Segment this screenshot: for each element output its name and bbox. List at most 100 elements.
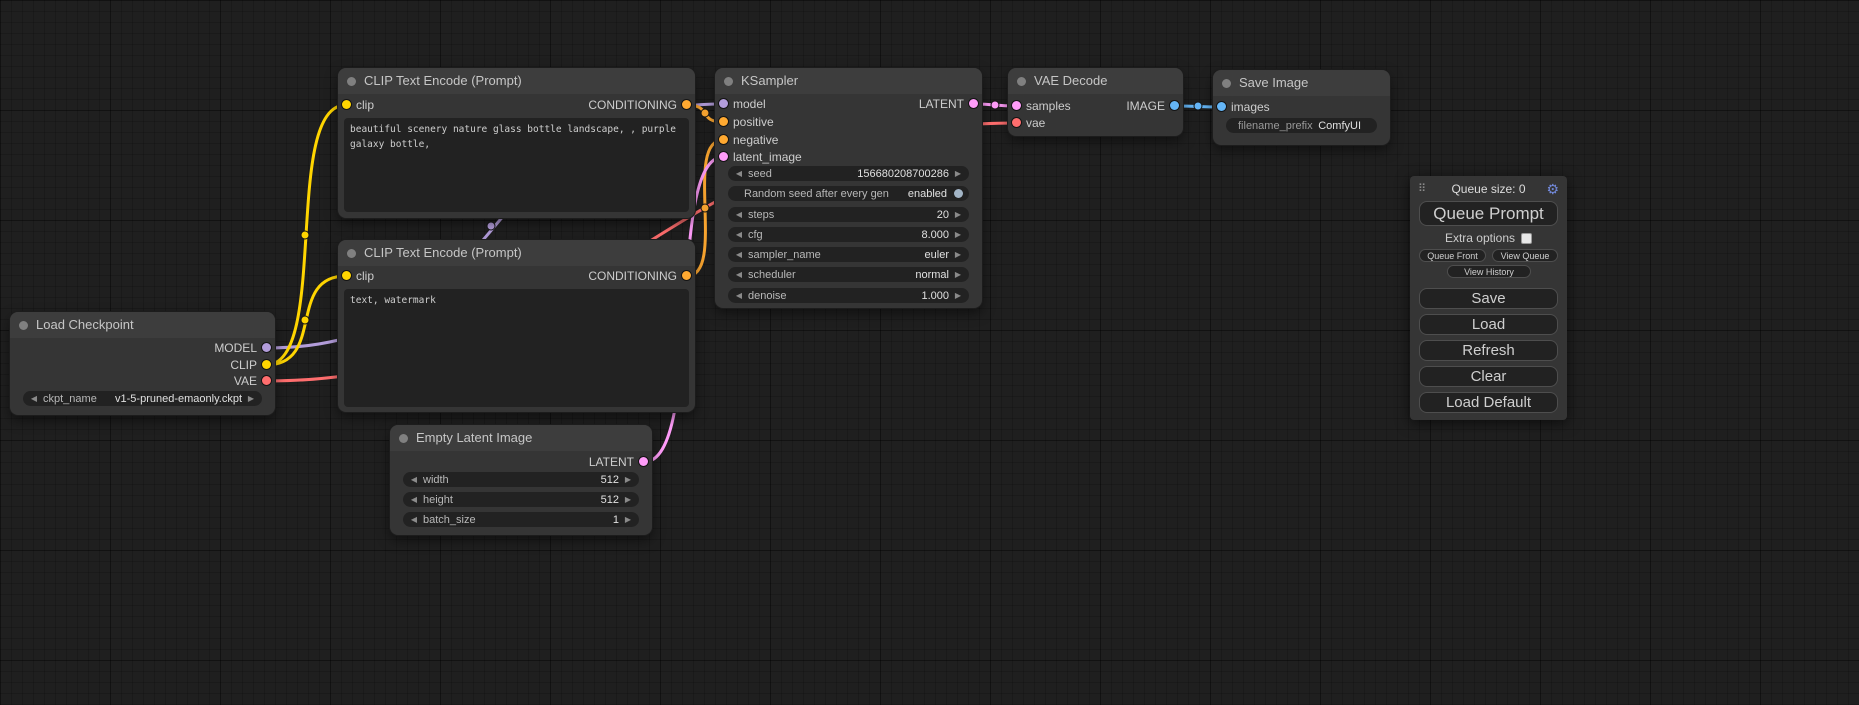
link-midpoint-dot[interactable] bbox=[701, 204, 709, 212]
node-header[interactable]: CLIP Text Encode (Prompt) bbox=[338, 68, 695, 94]
widget-denoise[interactable]: ◀ denoise 1.000 ▶ bbox=[728, 288, 969, 303]
increment-arrow-icon[interactable]: ▶ bbox=[953, 166, 963, 181]
widget-label: filename_prefix bbox=[1238, 120, 1313, 132]
negative-input-dot[interactable] bbox=[719, 135, 728, 144]
latent-image-input-dot[interactable] bbox=[719, 152, 728, 161]
widget-steps[interactable]: ◀ steps 20 ▶ bbox=[728, 207, 969, 222]
images-input-dot[interactable] bbox=[1217, 102, 1226, 111]
decrement-arrow-icon[interactable]: ◀ bbox=[409, 472, 419, 487]
node-collapse-dot[interactable] bbox=[347, 249, 356, 258]
decrement-arrow-icon[interactable]: ◀ bbox=[29, 391, 39, 406]
queue-front-button[interactable]: Queue Front bbox=[1419, 249, 1486, 262]
increment-arrow-icon[interactable]: ▶ bbox=[623, 492, 633, 507]
clip-output-dot[interactable] bbox=[262, 360, 271, 369]
samples-input-dot[interactable] bbox=[1012, 101, 1021, 110]
increment-arrow-icon[interactable]: ▶ bbox=[953, 288, 963, 303]
input-slot-latent-image: latent_image bbox=[715, 149, 802, 165]
node-load-checkpoint[interactable]: Load Checkpoint MODEL CLIP VAE ◀ ckpt_na… bbox=[10, 312, 275, 415]
widget-scheduler[interactable]: ◀ scheduler normal ▶ bbox=[728, 267, 969, 282]
link-midpoint-dot[interactable] bbox=[487, 222, 495, 230]
increment-arrow-icon[interactable]: ▶ bbox=[246, 391, 256, 406]
widget-cfg[interactable]: ◀ cfg 8.000 ▶ bbox=[728, 227, 969, 242]
node-clip-text-encode-positive[interactable]: CLIP Text Encode (Prompt) clip CONDITION… bbox=[338, 68, 695, 218]
view-history-button[interactable]: View History bbox=[1447, 265, 1531, 278]
widget-batch-size[interactable]: ◀ batch_size 1 ▶ bbox=[403, 512, 639, 527]
node-title: KSampler bbox=[741, 68, 798, 94]
prompt-text-positive[interactable]: beautiful scenery nature glass bottle la… bbox=[344, 118, 689, 212]
widget-sampler-name[interactable]: ◀ sampler_name euler ▶ bbox=[728, 247, 969, 262]
node-header[interactable]: Load Checkpoint bbox=[10, 312, 275, 338]
node-collapse-dot[interactable] bbox=[1017, 77, 1026, 86]
decrement-arrow-icon[interactable]: ◀ bbox=[409, 512, 419, 527]
decrement-arrow-icon[interactable]: ◀ bbox=[409, 492, 419, 507]
decrement-arrow-icon[interactable]: ◀ bbox=[734, 166, 744, 181]
decrement-arrow-icon[interactable]: ◀ bbox=[734, 247, 744, 262]
clear-button[interactable]: Clear bbox=[1419, 366, 1558, 387]
node-vae-decode[interactable]: VAE Decode samples IMAGE vae bbox=[1008, 68, 1183, 136]
node-save-image[interactable]: Save Image images filename_prefix ComfyU… bbox=[1213, 70, 1390, 145]
increment-arrow-icon[interactable]: ▶ bbox=[953, 267, 963, 282]
toggle-dot[interactable] bbox=[954, 189, 963, 198]
decrement-arrow-icon[interactable]: ◀ bbox=[734, 288, 744, 303]
widget-height[interactable]: ◀ height 512 ▶ bbox=[403, 492, 639, 507]
positive-input-dot[interactable] bbox=[719, 117, 728, 126]
widget-ckpt-name[interactable]: ◀ ckpt_name v1-5-pruned-emaonly.ckpt ▶ bbox=[23, 391, 262, 406]
link-midpoint-dot[interactable] bbox=[1194, 102, 1202, 110]
widget-random-seed-toggle[interactable]: Random seed after every gen enabled bbox=[728, 186, 969, 201]
vae-input-dot[interactable] bbox=[1012, 118, 1021, 127]
node-collapse-dot[interactable] bbox=[1222, 79, 1231, 88]
widget-width[interactable]: ◀ width 512 ▶ bbox=[403, 472, 639, 487]
queue-size-label: Queue size: 0 bbox=[1418, 181, 1559, 197]
queue-menu-panel[interactable]: ⠿ Queue size: 0 ⚙ Queue Prompt Extra opt… bbox=[1410, 176, 1567, 420]
node-graph-canvas[interactable]: Load Checkpoint MODEL CLIP VAE ◀ ckpt_na… bbox=[0, 0, 1859, 705]
decrement-arrow-icon[interactable]: ◀ bbox=[734, 267, 744, 282]
increment-arrow-icon[interactable]: ▶ bbox=[953, 247, 963, 262]
node-empty-latent-image[interactable]: Empty Latent Image LATENT ◀ width 512 ▶ … bbox=[390, 425, 652, 535]
conditioning-output-dot[interactable] bbox=[682, 100, 691, 109]
node-collapse-dot[interactable] bbox=[19, 321, 28, 330]
node-header[interactable]: CLIP Text Encode (Prompt) bbox=[338, 240, 695, 266]
link-midpoint-dot[interactable] bbox=[991, 101, 999, 109]
node-header[interactable]: VAE Decode bbox=[1008, 68, 1183, 94]
refresh-button[interactable]: Refresh bbox=[1419, 340, 1558, 361]
node-header[interactable]: KSampler bbox=[715, 68, 982, 94]
model-output-dot[interactable] bbox=[262, 343, 271, 352]
queue-prompt-button[interactable]: Queue Prompt bbox=[1419, 201, 1558, 226]
node-collapse-dot[interactable] bbox=[399, 434, 408, 443]
widget-label: denoise bbox=[748, 290, 787, 302]
output-slot-latent: LATENT bbox=[919, 96, 982, 112]
node-header[interactable]: Empty Latent Image bbox=[390, 425, 652, 451]
widget-filename-prefix[interactable]: filename_prefix ComfyUI bbox=[1226, 118, 1377, 133]
node-ksampler[interactable]: KSampler model LATENT positive negative … bbox=[715, 68, 982, 308]
extra-options-checkbox[interactable] bbox=[1521, 233, 1532, 244]
link-midpoint-dot[interactable] bbox=[701, 109, 709, 117]
latent-output-dot[interactable] bbox=[639, 457, 648, 466]
vae-output-dot[interactable] bbox=[262, 376, 271, 385]
prompt-text-negative[interactable]: text, watermark bbox=[344, 289, 689, 407]
increment-arrow-icon[interactable]: ▶ bbox=[953, 207, 963, 222]
clip-input-dot[interactable] bbox=[342, 100, 351, 109]
decrement-arrow-icon[interactable]: ◀ bbox=[734, 227, 744, 242]
node-clip-text-encode-negative[interactable]: CLIP Text Encode (Prompt) clip CONDITION… bbox=[338, 240, 695, 412]
node-header[interactable]: Save Image bbox=[1213, 70, 1390, 96]
load-button[interactable]: Load bbox=[1419, 314, 1558, 335]
increment-arrow-icon[interactable]: ▶ bbox=[953, 227, 963, 242]
settings-gear-icon[interactable]: ⚙ bbox=[1546, 181, 1559, 197]
save-button[interactable]: Save bbox=[1419, 288, 1558, 309]
node-collapse-dot[interactable] bbox=[724, 77, 733, 86]
image-output-dot[interactable] bbox=[1170, 101, 1179, 110]
load-default-button[interactable]: Load Default bbox=[1419, 392, 1558, 413]
increment-arrow-icon[interactable]: ▶ bbox=[623, 472, 633, 487]
widget-seed[interactable]: ◀ seed 156680208700286 ▶ bbox=[728, 166, 969, 181]
decrement-arrow-icon[interactable]: ◀ bbox=[734, 207, 744, 222]
clip-input-dot[interactable] bbox=[342, 271, 351, 280]
output-slot-model: MODEL bbox=[214, 340, 275, 356]
link-midpoint-dot[interactable] bbox=[301, 231, 309, 239]
view-queue-button[interactable]: View Queue bbox=[1492, 249, 1558, 262]
link-midpoint-dot[interactable] bbox=[301, 316, 309, 324]
model-input-dot[interactable] bbox=[719, 99, 728, 108]
node-collapse-dot[interactable] bbox=[347, 77, 356, 86]
conditioning-output-dot[interactable] bbox=[682, 271, 691, 280]
latent-output-dot[interactable] bbox=[969, 99, 978, 108]
increment-arrow-icon[interactable]: ▶ bbox=[623, 512, 633, 527]
